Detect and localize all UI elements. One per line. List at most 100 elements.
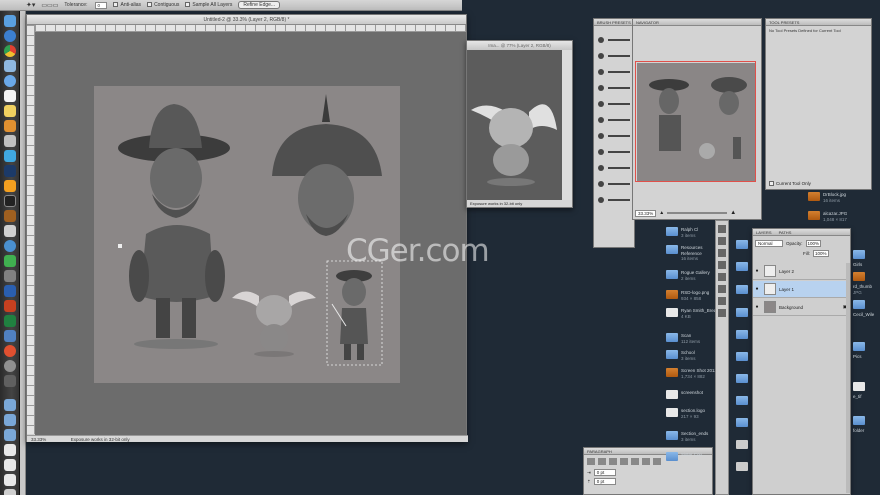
illustrator-icon[interactable] [4, 180, 16, 192]
finder-item[interactable]: RSD-logo.png 934 × 858 [666, 290, 709, 301]
justify-all-icon[interactable] [653, 458, 661, 465]
horizontal-ruler[interactable] [35, 25, 466, 32]
finder-item[interactable]: Sister Cou... [666, 452, 706, 461]
calendar-icon[interactable] [4, 90, 16, 102]
stack-icon-2[interactable] [4, 459, 16, 471]
brush-preset-list[interactable] [594, 30, 634, 230]
navigator-tab[interactable]: NAVIGATOR [633, 19, 761, 26]
word-icon[interactable] [4, 285, 16, 297]
visibility-eye-icon[interactable]: ● [753, 268, 761, 274]
sample-all-layers-checkbox[interactable]: Sample All Layers [185, 2, 232, 8]
blend-mode-select[interactable]: Normal [755, 240, 783, 247]
finder-item[interactable]: Pics [853, 342, 865, 360]
layers-scrollbar[interactable] [846, 263, 850, 493]
finder-item[interactable]: Rogue Gallery 2 items [666, 270, 710, 281]
space-before-input[interactable]: 0 pt [593, 478, 616, 485]
folder-icon[interactable] [736, 462, 748, 471]
finder-item[interactable]: Scan 112 items [666, 333, 700, 344]
selection-mode-icons[interactable]: ▭▭▭ [41, 2, 58, 9]
second-document-title[interactable]: Ima... @ 77% (Layer 2, RGB/8) [467, 41, 572, 50]
folder-icon[interactable] [736, 374, 748, 383]
finder-item[interactable]: Ryan Smith_Bread 4 KB [666, 308, 719, 319]
justify-left-icon[interactable] [620, 458, 628, 465]
downloads-folder-icon[interactable] [4, 399, 16, 411]
align-left-icon[interactable] [587, 458, 595, 465]
folder-icon[interactable] [736, 330, 748, 339]
refine-edge-button[interactable]: Refine Edge... [238, 1, 281, 9]
zoom-slider[interactable] [667, 212, 728, 214]
xcode-icon[interactable] [4, 330, 16, 342]
stack-icon-3[interactable] [4, 474, 16, 486]
finder-item[interactable]: School 3 items [666, 350, 696, 361]
tool-presets-tab[interactable]: TOOL PRESETS [766, 19, 871, 26]
indent-left-input[interactable]: 0 pt [593, 469, 616, 476]
finder-item[interactable]: e_tif [853, 382, 865, 400]
facetime-icon[interactable] [4, 255, 16, 267]
finder-item[interactable]: Resources Reference 16 items [666, 245, 703, 262]
app-icon[interactable] [4, 270, 16, 282]
finder-item[interactable]: folder [853, 416, 865, 434]
magic-wand-icon[interactable]: ✦▾ [26, 1, 35, 9]
folder-icon[interactable] [736, 396, 748, 405]
applications-folder-icon[interactable] [4, 429, 16, 441]
visibility-eye-icon[interactable]: ● [753, 286, 761, 292]
mail-icon[interactable] [4, 60, 16, 72]
visibility-eye-icon[interactable]: ● [753, 304, 761, 310]
trash-icon[interactable] [4, 489, 16, 495]
vertical-ruler[interactable] [27, 25, 35, 434]
folder-icon[interactable] [736, 440, 748, 449]
safari-icon[interactable] [4, 30, 16, 42]
finder-item[interactable]: Girls [853, 250, 865, 268]
current-tool-only-checkbox[interactable]: Current Tool Only [769, 181, 811, 186]
powerpoint-icon[interactable] [4, 300, 16, 312]
finder-item[interactable]: Section_ends 3 items [666, 431, 708, 442]
paths-tab[interactable]: PATHS [779, 230, 792, 235]
photos-icon[interactable] [4, 120, 16, 132]
folder-icon[interactable] [736, 240, 748, 249]
contiguous-checkbox[interactable]: Contiguous [147, 2, 179, 8]
photoshop-icon[interactable] [4, 165, 16, 177]
folder-icon[interactable] [736, 308, 748, 317]
folder-icon[interactable] [736, 418, 748, 427]
finder-item[interactable]: section.logo 217 × 93 [666, 408, 705, 419]
excel-icon[interactable] [4, 315, 16, 327]
align-center-icon[interactable] [598, 458, 606, 465]
folder-icon[interactable] [736, 262, 748, 271]
finder-icon[interactable] [4, 15, 16, 27]
zoom-level[interactable]: 33.33% [31, 437, 46, 442]
settings-icon[interactable] [4, 375, 16, 387]
layer-row-layer-2[interactable]: ● Layer 2 [753, 263, 850, 280]
navigator-view-box[interactable] [635, 61, 756, 182]
align-right-icon[interactable] [609, 458, 617, 465]
bridge-icon[interactable] [4, 210, 16, 222]
preview-icon[interactable] [4, 135, 16, 147]
system-prefs-icon[interactable] [4, 360, 16, 372]
panel-icon-strip[interactable] [715, 220, 729, 495]
finder-item[interactable]: DrBlock.jpg 16 items [808, 192, 846, 203]
app-store-icon[interactable] [4, 345, 16, 357]
brush-presets-tab[interactable]: BRUSH PRESETS [594, 19, 634, 26]
status-info[interactable]: Exposure works in 32-bit only [71, 437, 130, 442]
stack-icon[interactable] [4, 444, 16, 456]
layer-row-layer-1[interactable]: ● Layer 1 [753, 281, 850, 298]
opacity-input[interactable]: 100% [805, 240, 822, 247]
notes-icon[interactable] [4, 105, 16, 117]
antialias-checkbox[interactable]: Anti-alias [113, 2, 141, 8]
layers-tab[interactable]: LAYERS [756, 230, 772, 235]
document-title[interactable]: Untitled-2 @ 33.3% (Layer 2, RGB/8) * [27, 15, 466, 25]
brush-icon[interactable] [4, 225, 16, 237]
finder-item[interactable]: screenshot [666, 390, 703, 399]
terminal-icon[interactable] [4, 195, 16, 207]
documents-folder-icon[interactable] [4, 414, 16, 426]
navigator-zoom-field[interactable]: 33.33% [635, 209, 657, 217]
finder-item[interactable]: Ralph Cl 3 items [666, 227, 698, 238]
layer-row-background[interactable]: ● Background ▣ [753, 299, 850, 316]
justify-right-icon[interactable] [642, 458, 650, 465]
zoom-in-icon[interactable]: ▲ [730, 210, 736, 216]
skype-icon[interactable] [4, 150, 16, 162]
finder-item[interactable]: alcazar.JPG 1,048 × 817 [808, 211, 847, 222]
ftp-icon[interactable] [4, 240, 16, 252]
finder-item[interactable]: rd_thumb JPG [853, 272, 872, 295]
folder-icon[interactable] [736, 285, 748, 294]
folder-icon[interactable] [736, 352, 748, 361]
